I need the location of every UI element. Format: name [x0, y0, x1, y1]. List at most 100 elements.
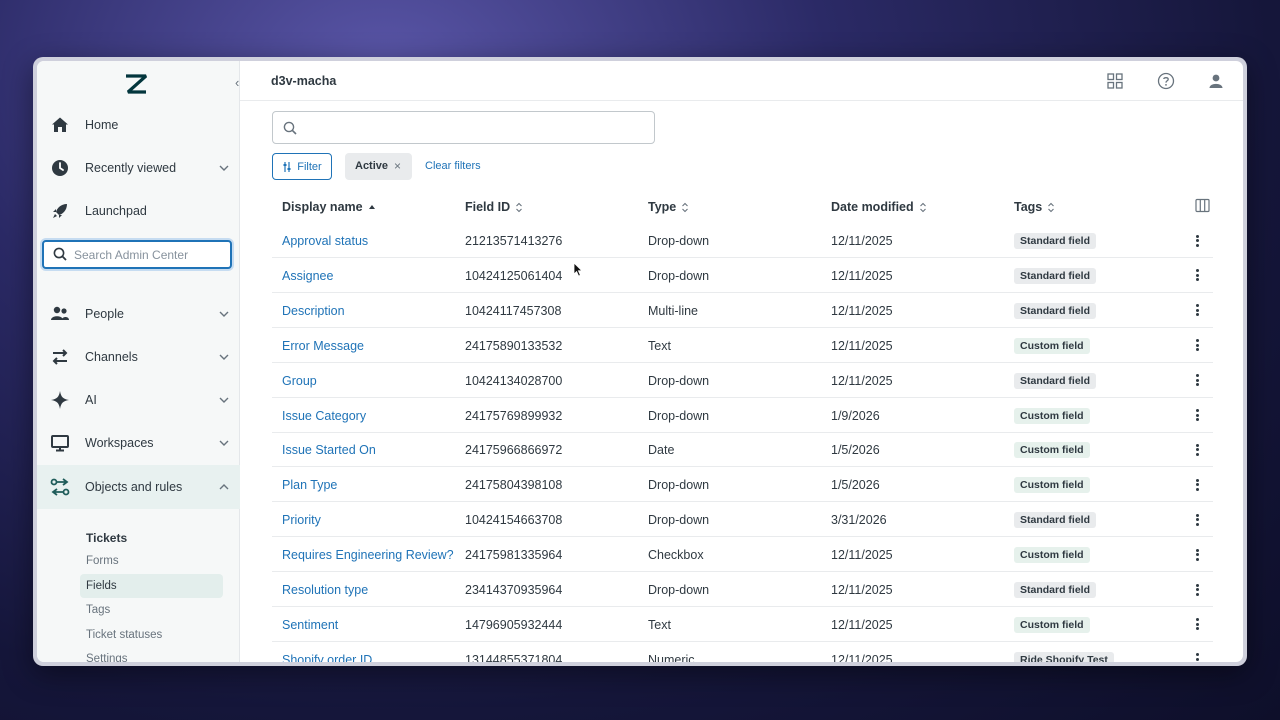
chevron-up-icon[interactable] [219, 482, 229, 492]
tag-badge: Standard field [1014, 372, 1097, 389]
tag-badge: Custom field [1014, 547, 1090, 564]
sidebar-item-ai[interactable]: AI [37, 380, 240, 420]
table-row[interactable]: Shopify order ID 13144855371804 Numeric 12/… [272, 642, 1213, 662]
product-tray-icon[interactable] [1106, 72, 1124, 90]
sidebar-item-objects-and-rules[interactable]: Objects and rules [37, 465, 240, 509]
date-modified: 1/5/2026 [831, 443, 880, 458]
field-name-link[interactable]: Description [282, 304, 345, 318]
row-actions-menu-icon[interactable] [1193, 617, 1201, 633]
field-name-link[interactable]: Requires Engineering Review? [282, 548, 454, 562]
subnav-item-ticket-statuses[interactable]: Ticket statuses [86, 629, 162, 641]
zendesk-logo[interactable] [125, 73, 147, 95]
field-name-link[interactable]: Assignee [282, 269, 333, 283]
fields-search[interactable] [272, 111, 655, 144]
field-name-link[interactable]: Resolution type [282, 583, 368, 597]
sort-icon [919, 202, 926, 212]
sidebar-item-label: Home [85, 118, 119, 132]
row-actions-menu-icon[interactable] [1193, 268, 1201, 284]
field-type: Numeric [648, 652, 695, 662]
sidebar-item-workspaces[interactable]: Workspaces [37, 423, 240, 463]
date-modified: 12/11/2025 [831, 652, 893, 662]
sidebar-item-channels[interactable]: Channels [37, 337, 240, 377]
account-name: d3v-macha [271, 74, 337, 88]
row-actions-menu-icon[interactable] [1193, 582, 1201, 598]
table-row[interactable]: Issue Category 24175769899932 Drop-down 1/9… [272, 398, 1213, 433]
subnav-item-forms[interactable]: Forms [86, 555, 119, 567]
table-row[interactable]: Description 10424117457308 Multi-line 12/11… [272, 293, 1213, 328]
field-name-link[interactable]: Error Message [282, 339, 364, 353]
table-row[interactable]: Assignee 10424125061404 Drop-down 12/11/202… [272, 258, 1213, 293]
chevron-down-icon[interactable] [219, 352, 229, 362]
monitor-icon [50, 433, 70, 453]
active-filter-chip[interactable]: Active × [345, 153, 412, 180]
columns-icon[interactable] [1195, 198, 1210, 213]
date-modified: 12/11/2025 [831, 373, 893, 388]
field-name-link[interactable]: Shopify order ID [282, 653, 372, 662]
mouse-cursor-icon [573, 262, 583, 277]
field-id: 10424134028700 [465, 373, 563, 388]
field-name-link[interactable]: Approval status [282, 234, 368, 248]
row-actions-menu-icon[interactable] [1193, 442, 1201, 458]
field-name-link[interactable]: Plan Type [282, 478, 337, 492]
search-admin-center[interactable] [42, 240, 232, 269]
sidebar-item-recently-viewed[interactable]: Recently viewed [37, 148, 240, 188]
filter-button[interactable]: Filter [272, 153, 332, 180]
sidebar-item-home[interactable]: Home [37, 105, 240, 145]
field-name-link[interactable]: Issue Category [282, 409, 366, 423]
field-type: Multi-line [648, 303, 699, 318]
table-row[interactable]: Priority 10424154663708 Drop-down 3/31/2026… [272, 502, 1213, 538]
column-header-date-modified[interactable]: Date modified [831, 200, 927, 214]
chevron-down-icon[interactable] [219, 438, 229, 448]
field-name-link[interactable]: Issue Started On [282, 443, 376, 457]
field-name-link[interactable]: Priority [282, 513, 321, 527]
field-id: 13144855371804 [465, 652, 563, 662]
row-actions-menu-icon[interactable] [1193, 303, 1201, 319]
search-icon [283, 121, 297, 135]
sort-icon [1048, 202, 1055, 212]
field-name-link[interactable]: Sentiment [282, 618, 338, 632]
table-row[interactable]: Approval status 21213571413276 Drop-down 12… [272, 223, 1213, 258]
table-row[interactable]: Group 10424134028700 Drop-down 12/11/2025 St… [272, 363, 1213, 398]
subnav-heading-tickets: Tickets [86, 531, 128, 545]
remove-filter-icon[interactable]: × [394, 159, 401, 173]
sidebar-item-launchpad[interactable]: Launchpad [37, 191, 240, 231]
row-actions-menu-icon[interactable] [1193, 477, 1201, 493]
chevron-down-icon[interactable] [219, 163, 229, 173]
header-label: Display name [282, 200, 363, 214]
row-actions-menu-icon[interactable] [1193, 547, 1201, 563]
table-row[interactable]: Error Message 24175890133532 Text 12/11/202… [272, 328, 1213, 363]
collapse-sidebar-icon[interactable]: ‹ [235, 75, 239, 90]
table-row[interactable]: Requires Engineering Review? 241759813359… [272, 537, 1213, 573]
help-icon[interactable] [1157, 72, 1175, 90]
table-row[interactable]: Resolution type 23414370935964 Drop-down 12… [272, 572, 1213, 607]
row-actions-menu-icon[interactable] [1193, 408, 1201, 424]
row-actions-menu-icon[interactable] [1193, 373, 1201, 389]
search-admin-input[interactable] [74, 246, 224, 264]
chevron-down-icon[interactable] [219, 395, 229, 405]
row-actions-menu-icon[interactable] [1193, 652, 1201, 662]
column-header-tags[interactable]: Tags [1014, 200, 1055, 214]
clear-filters-link[interactable]: Clear filters [425, 160, 481, 172]
chevron-down-icon[interactable] [219, 309, 229, 319]
arrows-icon [50, 347, 70, 367]
date-modified: 12/11/2025 [831, 583, 893, 597]
subnav-item-settings[interactable]: Settings [86, 653, 128, 662]
subnav-item-fields[interactable]: Fields [86, 580, 117, 592]
row-actions-menu-icon[interactable] [1193, 233, 1201, 249]
fields-search-input[interactable] [307, 119, 637, 137]
user-avatar-icon[interactable] [1207, 72, 1225, 90]
date-modified: 12/11/2025 [831, 268, 893, 283]
field-name-link[interactable]: Group [282, 374, 317, 388]
row-actions-menu-icon[interactable] [1193, 338, 1201, 354]
table-row[interactable]: Issue Started On 24175966866972 Date 1/5/20… [272, 432, 1213, 468]
table-row[interactable]: Sentiment 14796905932444 Text 12/11/2025 Cus… [272, 607, 1213, 642]
sidebar-item-people[interactable]: People [37, 294, 240, 334]
subnav-item-tags[interactable]: Tags [86, 604, 110, 616]
column-header-field-id[interactable]: Field ID [465, 200, 523, 214]
column-header-display-name[interactable]: Display name [282, 200, 376, 214]
home-icon [50, 115, 70, 135]
tag-badge: Custom field [1014, 442, 1090, 459]
row-actions-menu-icon[interactable] [1193, 512, 1201, 528]
table-row[interactable]: Plan Type 24175804398108 Drop-down 1/5/2026… [272, 467, 1213, 503]
column-header-type[interactable]: Type [648, 200, 689, 214]
